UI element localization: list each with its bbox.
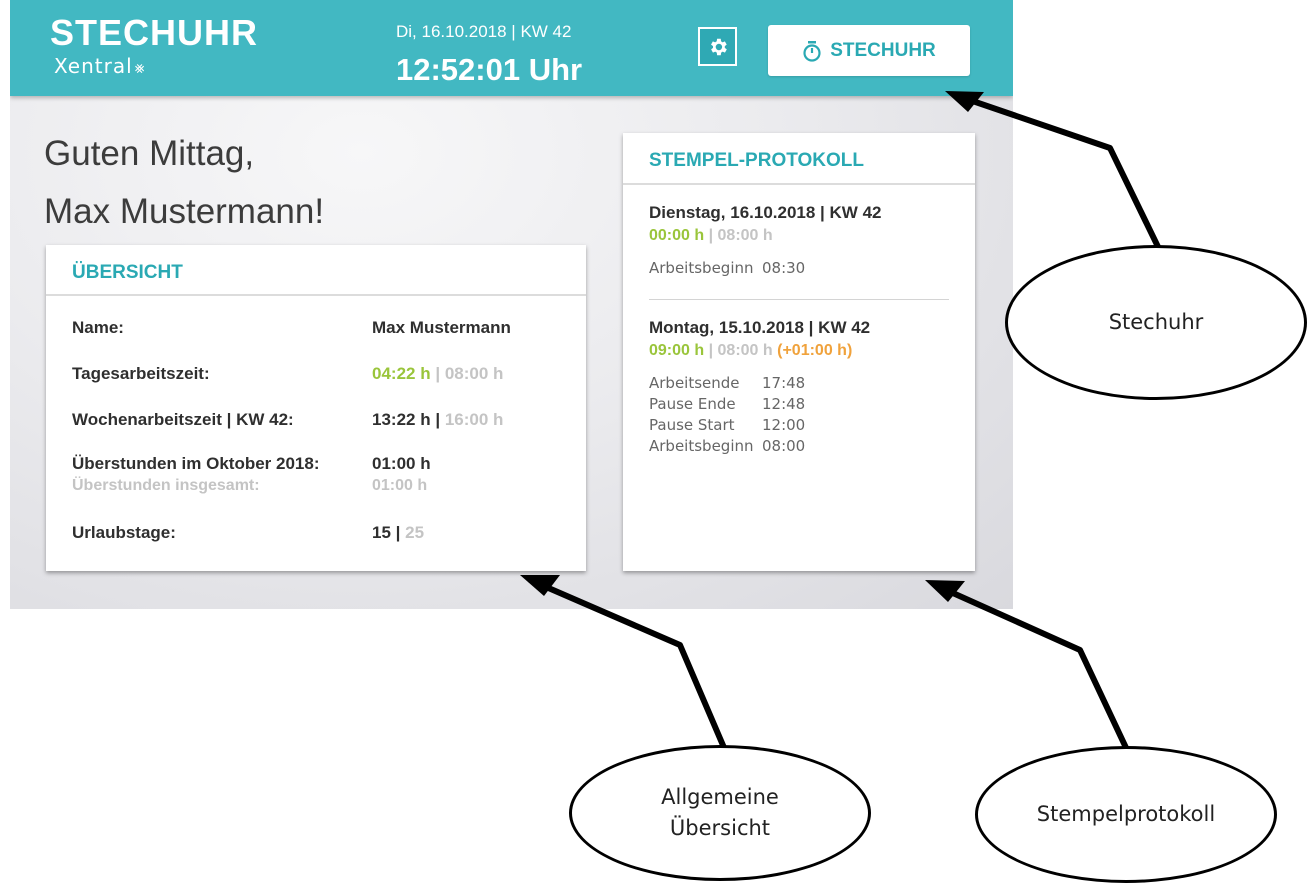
protocol-callout-arrow [933, 582, 1131, 754]
overview-callout-arrow [528, 577, 728, 752]
callout-overview-line-2: Übersicht [669, 816, 771, 840]
callout-overview-line-1: Allgemeine [661, 784, 779, 809]
callout-overview: Allgemeine Übersicht [569, 745, 871, 881]
callout-protocol: Stempelprotokoll [975, 746, 1277, 883]
callout-stechuhr-label: Stechuhr [1108, 309, 1204, 334]
callout-stechuhr: Stechuhr [1005, 245, 1307, 400]
callout-protocol-label: Stempelprotokoll [1036, 801, 1216, 826]
callout-overview-label: Allgemeine Übersicht [661, 782, 779, 845]
stechuhr-callout-arrow [954, 92, 1165, 257]
